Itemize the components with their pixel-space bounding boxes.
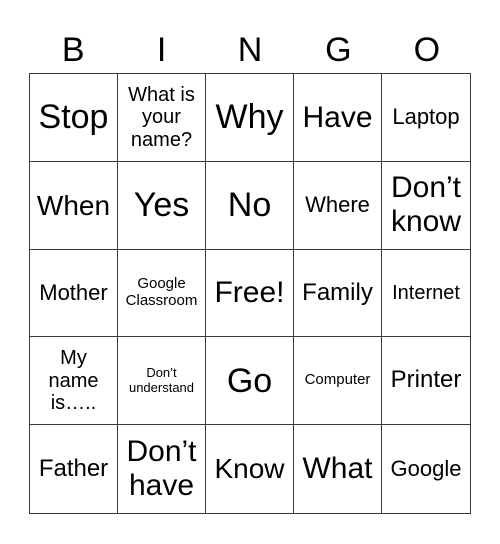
bingo-cell[interactable]: Google <box>382 425 470 513</box>
bingo-cell[interactable]: Yes <box>118 161 206 250</box>
bingo-cell[interactable]: Mother <box>30 249 118 338</box>
free-space-cell[interactable]: Free! <box>206 249 294 338</box>
bingo-cell[interactable]: Go <box>206 337 294 426</box>
header-letter-o: O <box>413 31 441 69</box>
bingo-cell[interactable]: Where <box>294 161 382 250</box>
bingo-cell[interactable]: My name is….. <box>30 337 118 426</box>
bingo-cell[interactable]: Computer <box>294 337 382 426</box>
header-letter-b: B <box>61 31 85 69</box>
bingo-cell[interactable]: Why <box>206 74 294 162</box>
bingo-cell[interactable]: Have <box>294 74 382 162</box>
bingo-cell[interactable]: Printer <box>382 337 470 426</box>
bingo-cell[interactable]: Don’t know <box>382 162 470 250</box>
bingo-cell[interactable]: Internet <box>382 250 470 338</box>
bingo-cell[interactable]: What is your name? <box>118 74 206 162</box>
bingo-cell[interactable]: Stop <box>30 74 118 162</box>
bingo-cell[interactable]: What <box>294 425 382 513</box>
bingo-header: B I N G O <box>29 27 471 73</box>
bingo-grid: Stop What is your name? Why Have Laptop … <box>29 73 471 514</box>
bingo-cell[interactable]: Family <box>294 249 382 338</box>
bingo-cell[interactable]: Father <box>30 425 118 513</box>
bingo-cell[interactable]: Google Classroom <box>118 249 206 338</box>
bingo-cell[interactable]: No <box>206 161 294 250</box>
header-letter-g: G <box>325 31 352 69</box>
bingo-cell[interactable]: Know <box>206 425 294 513</box>
bingo-cell[interactable]: Don’t understand <box>118 337 206 426</box>
bingo-cell[interactable]: Don’t have <box>118 425 206 513</box>
header-letter-n: N <box>237 31 263 69</box>
bingo-cell[interactable]: When <box>30 161 118 250</box>
bingo-cell[interactable]: Laptop <box>382 74 470 162</box>
header-letter-i: I <box>156 31 167 69</box>
